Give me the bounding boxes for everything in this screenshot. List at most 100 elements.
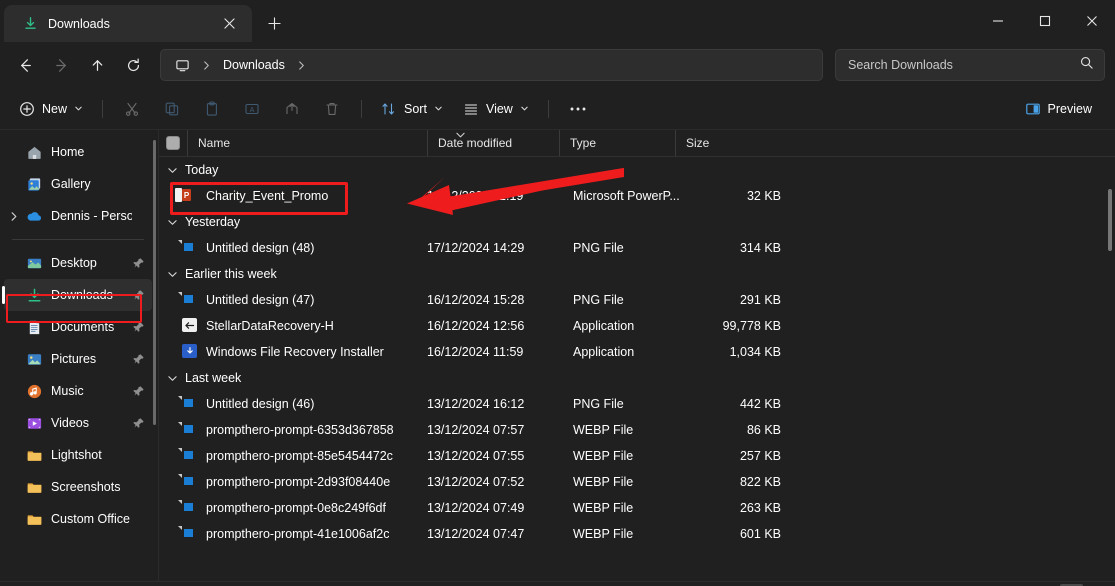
file-name-cell[interactable]: StellarDataRecovery-H — [159, 318, 427, 334]
sidebar-item-pictures[interactable]: Pictures — [4, 343, 152, 375]
breadcrumb-chevron-icon — [198, 60, 215, 71]
file-name-cell[interactable]: Untitled design (48) — [159, 240, 427, 256]
table-row[interactable]: P Charity_Event_Promo 18/12/2024 11:19 M… — [159, 183, 1115, 209]
table-row[interactable]: prompthero-prompt-2d93f08440e 13/12/2024… — [159, 469, 1115, 495]
file-size-cell: 257 KB — [739, 449, 781, 463]
file-date-cell: 13/12/2024 07:52 — [427, 475, 525, 489]
chevron-down-icon-group[interactable] — [165, 166, 179, 175]
expander-placeholder-5 — [4, 279, 24, 311]
search-icon[interactable] — [1079, 55, 1094, 75]
pin-icon — [132, 257, 146, 269]
toolbar-divider-2 — [361, 99, 363, 118]
address-bar[interactable]: Downloads — [160, 49, 823, 81]
search-input[interactable] — [848, 58, 1079, 72]
copy-button[interactable] — [153, 94, 191, 124]
group-header-yesterday[interactable]: Yesterday — [159, 209, 1115, 235]
table-row[interactable]: prompthero-prompt-6353d367858 13/12/2024… — [159, 417, 1115, 443]
file-size-cell: 1,034 KB — [729, 345, 781, 359]
sidebar-item-screenshots[interactable]: Screenshots — [4, 471, 152, 503]
pin-icon-music — [132, 385, 146, 397]
table-row[interactable]: prompthero-prompt-0e8c249f6df 13/12/2024… — [159, 495, 1115, 521]
sidebar-item-videos[interactable]: Videos — [4, 407, 152, 439]
table-row[interactable]: Windows File Recovery Installer 16/12/20… — [159, 339, 1115, 365]
file-name-cell[interactable]: prompthero-prompt-0e8c249f6df — [159, 500, 427, 516]
group-header-earlier-this-week[interactable]: Earlier this week — [159, 261, 1115, 287]
file-name-cell[interactable]: Untitled design (46) — [159, 396, 427, 412]
sidebar-item-custom-office-templates[interactable]: Custom Office T — [4, 503, 152, 535]
column-header-name-label: Name — [198, 136, 231, 150]
column-header-size[interactable]: Size — [675, 130, 757, 156]
sidebar-item-lightshot[interactable]: Lightshot — [4, 439, 152, 471]
file-name-cell[interactable]: prompthero-prompt-85e5454472c — [159, 448, 427, 464]
sidebar-item-label: Lightshot — [51, 448, 102, 462]
sort-button[interactable]: Sort — [372, 94, 452, 124]
new-tab-button[interactable] — [258, 7, 290, 39]
chevron-down-icon-group-2[interactable] — [165, 218, 179, 227]
table-row[interactable]: Untitled design (46) 13/12/2024 16:12 PN… — [159, 391, 1115, 417]
sidebar-item-downloads[interactable]: Downloads — [2, 279, 152, 311]
sidebar-item-desktop[interactable]: Desktop — [4, 247, 152, 279]
table-row[interactable]: prompthero-prompt-85e5454472c 13/12/2024… — [159, 443, 1115, 469]
sidebar-item-gallery[interactable]: Gallery — [4, 168, 152, 200]
refresh-button[interactable] — [116, 49, 150, 81]
up-button[interactable] — [80, 49, 114, 81]
maximize-button[interactable] — [1021, 0, 1068, 42]
chevron-right-icon[interactable] — [4, 200, 24, 232]
tab-downloads[interactable]: Downloads — [4, 5, 252, 42]
table-row[interactable]: StellarDataRecovery-H 16/12/2024 12:56 A… — [159, 313, 1115, 339]
file-name-cell[interactable]: Untitled design (47) — [159, 292, 427, 308]
file-type-cell: Application — [573, 345, 635, 359]
preview-button[interactable]: Preview — [1016, 94, 1101, 124]
image-file-icon — [181, 526, 197, 542]
see-more-button[interactable] — [559, 94, 597, 124]
file-date-cell: 13/12/2024 07:57 — [427, 423, 525, 437]
table-row[interactable]: prompthero-prompt-41e1006af2c 13/12/2024… — [159, 521, 1115, 547]
close-window-button[interactable] — [1068, 0, 1115, 42]
table-row[interactable]: Untitled design (48) 17/12/2024 14:29 PN… — [159, 235, 1115, 261]
column-header-type[interactable]: Type — [559, 130, 675, 156]
select-all-checkbox-column[interactable] — [159, 130, 187, 156]
cut-button[interactable] — [113, 94, 151, 124]
paste-button[interactable] — [193, 94, 231, 124]
file-name-cell[interactable]: prompthero-prompt-6353d367858 — [159, 422, 427, 438]
sidebar-item-music[interactable]: Music — [4, 375, 152, 407]
new-button[interactable]: New — [10, 94, 92, 124]
breadcrumb-chevron-icon-2[interactable] — [293, 60, 310, 71]
window-controls — [974, 0, 1115, 42]
sidebar-item-home[interactable]: Home — [4, 136, 152, 168]
close-tab-icon[interactable] — [216, 11, 242, 37]
rename-button[interactable]: A — [233, 94, 271, 124]
file-name-cell[interactable]: prompthero-prompt-41e1006af2c — [159, 526, 427, 542]
breadcrumb-downloads[interactable]: Downloads — [219, 58, 289, 72]
minimize-button[interactable] — [974, 0, 1021, 42]
svg-text:A: A — [250, 107, 255, 114]
view-button[interactable]: View — [454, 94, 538, 124]
file-name-cell[interactable]: Windows File Recovery Installer — [159, 344, 427, 360]
group-header-last-week[interactable]: Last week — [159, 365, 1115, 391]
file-name-cell[interactable]: P Charity_Event_Promo — [159, 188, 427, 204]
pin-icon-documents — [132, 321, 146, 333]
file-date-cell: 16/12/2024 11:59 — [427, 345, 524, 359]
select-all-checkbox[interactable] — [166, 136, 180, 150]
sidebar-item-onedrive-personal[interactable]: Dennis - Personal — [4, 200, 152, 232]
column-header-date-modified[interactable]: Date modified — [427, 130, 559, 156]
toolbar-divider — [102, 99, 104, 118]
this-pc-icon[interactable] — [171, 58, 194, 73]
file-name-cell[interactable]: prompthero-prompt-2d93f08440e — [159, 474, 427, 490]
share-button[interactable] — [273, 94, 311, 124]
column-header-name[interactable]: Name — [187, 130, 427, 156]
sidebar-scrollbar[interactable] — [153, 140, 156, 425]
chevron-down-icon-group-4[interactable] — [165, 374, 179, 383]
back-button[interactable] — [8, 49, 42, 81]
file-list-scrollbar[interactable] — [1108, 189, 1112, 251]
delete-button[interactable] — [313, 94, 351, 124]
chevron-down-icon-group-3[interactable] — [165, 270, 179, 279]
expander-placeholder-4 — [4, 247, 24, 279]
forward-button[interactable] — [44, 49, 78, 81]
expander-placeholder-7 — [4, 343, 24, 375]
sidebar-item-documents[interactable]: Documents — [4, 311, 152, 343]
search-box[interactable] — [835, 49, 1105, 81]
sidebar-item-label: Gallery — [51, 177, 91, 191]
group-header-today[interactable]: Today — [159, 157, 1115, 183]
table-row[interactable]: Untitled design (47) 16/12/2024 15:28 PN… — [159, 287, 1115, 313]
